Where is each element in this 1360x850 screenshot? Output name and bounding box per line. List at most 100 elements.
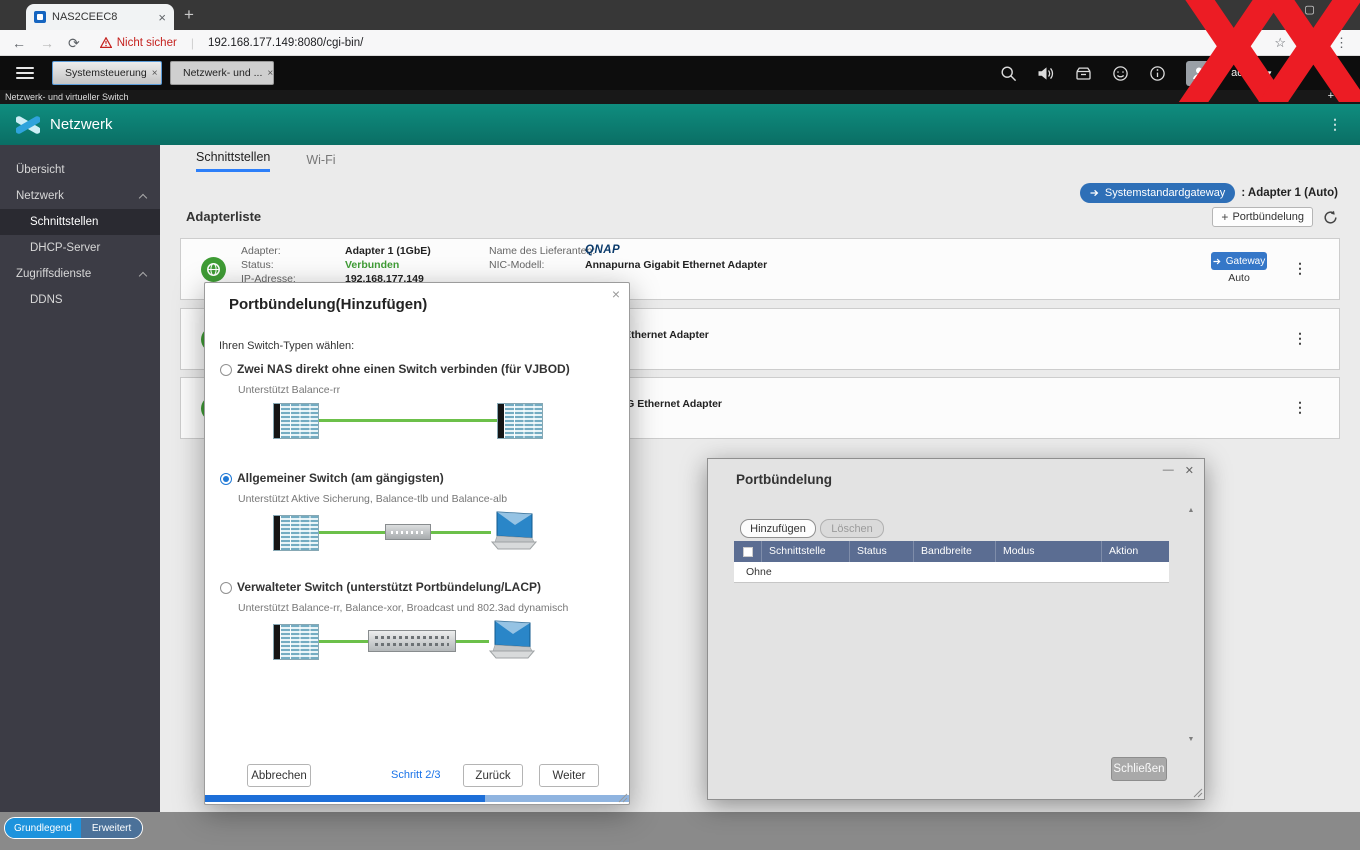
table-row[interactable]: Ohne — [734, 562, 1169, 583]
gateway-pill-label: Systemstandardgateway — [1104, 187, 1226, 199]
adapter-menu-icon[interactable]: ⋮ — [1293, 260, 1307, 277]
switch-type-option-1-label[interactable]: Zwei NAS direkt ohne einen Switch verbin… — [237, 362, 570, 376]
window-maximize-icon[interactable]: ▢ — [1304, 3, 1314, 16]
close-icon[interactable]: × — [267, 68, 273, 79]
column-header[interactable]: Modus — [996, 541, 1102, 562]
switch-type-option-2-label[interactable]: Allgemeiner Switch (am gängigsten) — [237, 471, 444, 485]
info-icon[interactable] — [1149, 65, 1166, 82]
sidebar-item-dhcp-server[interactable]: DHCP-Server — [0, 235, 160, 261]
browser-menu-icon[interactable]: ⋮ — [1335, 35, 1348, 51]
add-trunk-button[interactable]: Hinzufügen — [740, 519, 816, 538]
nic-model-value: Annapurna Gigabit Ethernet Adapter — [585, 259, 768, 271]
resize-handle-icon[interactable] — [1193, 788, 1203, 798]
add-port-trunking-label: Portbündelung — [1232, 211, 1304, 223]
switch-type-radio-3[interactable] — [220, 582, 232, 594]
browser-tab-title: NAS2CEEC8 — [52, 11, 118, 23]
sidebar-section-zugriffsdienste[interactable]: Zugriffsdienste — [0, 261, 160, 287]
switch-type-option-3-sub: Unterstützt Balance-rr, Balance-xor, Bro… — [238, 602, 569, 614]
refresh-icon[interactable] — [1323, 210, 1338, 225]
chevron-up-icon — [138, 193, 148, 203]
sidebar-item-label: DDNS — [30, 294, 63, 306]
window-minimize-icon[interactable]: — — [1269, 3, 1280, 16]
resize-handle-icon[interactable] — [618, 793, 628, 803]
sidebar-item-schnittstellen[interactable]: Schnittstellen — [0, 209, 160, 235]
adapter-menu-icon[interactable]: ⋮ — [1293, 399, 1307, 416]
volume-icon[interactable] — [1037, 65, 1055, 82]
adapter-menu-icon[interactable]: ⋮ — [1293, 330, 1307, 347]
browser-tab[interactable]: NAS2CEEC8 × — [26, 4, 174, 30]
nas-device-icon — [273, 515, 319, 551]
dialog-title: Portbündelung(Hinzufügen) — [229, 296, 428, 313]
basic-mode-button[interactable]: Grundlegend — [5, 818, 81, 838]
not-secure-label: Nicht sicher — [116, 36, 177, 49]
switch-type-option-3-label[interactable]: Verwalteter Switch (unterstützt Portbünd… — [237, 580, 541, 594]
switch-type-radio-2[interactable] — [220, 473, 232, 485]
window-close-red-icon[interactable]: ✕ — [1345, 90, 1353, 103]
browser-forward-button[interactable]: → — [40, 36, 54, 50]
scroll-down-icon[interactable]: ▼ — [1188, 736, 1195, 743]
dialog-close-icon[interactable]: × — [612, 286, 620, 302]
content-tabs: Schnittstellen Wi-Fi — [196, 145, 336, 172]
general-switch-illustration — [273, 509, 563, 557]
column-header[interactable]: Bandbreite — [914, 541, 996, 562]
switch-type-radio-1[interactable] — [220, 364, 232, 376]
tab-wifi[interactable]: Wi-Fi — [306, 153, 335, 172]
scrollbar[interactable]: ▲ ▼ — [1186, 507, 1196, 743]
system-default-gateway-button[interactable]: Systemstandardgateway — [1079, 183, 1236, 203]
network-app-logo-icon — [16, 115, 40, 134]
user-avatar[interactable] — [1186, 60, 1212, 86]
taskbar-tab-systemsteuerung[interactable]: Systemsteuerung × — [52, 61, 162, 85]
wizard-progress-fill — [205, 795, 485, 802]
window-add-icon[interactable]: + — [1328, 90, 1334, 103]
trunking-window-controls: — ✕ — [1163, 464, 1194, 477]
window-close-icon[interactable]: ✕ — [1339, 3, 1348, 16]
site-favicon-icon — [34, 11, 46, 23]
sidebar-section-netzwerk[interactable]: Netzwerk — [0, 183, 160, 209]
gateway-arrow-icon — [1090, 189, 1099, 197]
user-menu[interactable]: admin ▼ — [1231, 67, 1273, 79]
browser-profile-avatar[interactable] — [1302, 34, 1319, 51]
address-bar-url[interactable]: 192.168.177.149:8080/cgi-bin/ — [208, 37, 363, 49]
minimize-icon[interactable]: — — [1163, 464, 1174, 477]
gateway-button[interactable]: Gateway — [1211, 252, 1267, 270]
next-button[interactable]: Weiter — [539, 764, 599, 787]
delete-trunk-button[interactable]: Löschen — [820, 519, 884, 538]
scroll-up-icon[interactable]: ▲ — [1188, 507, 1195, 514]
support-smiley-icon[interactable] — [1112, 65, 1129, 82]
close-icon[interactable]: × — [152, 68, 158, 79]
tab-schnittstellen[interactable]: Schnittstellen — [196, 150, 271, 172]
tab-close-icon[interactable]: × — [158, 10, 166, 25]
main-menu-icon[interactable] — [16, 67, 34, 82]
close-window-button[interactable]: Schließen — [1111, 757, 1167, 781]
trunking-window-title: Portbündelung — [736, 472, 832, 487]
new-tab-button[interactable]: + — [184, 5, 194, 25]
topbar-icon-group: admin ▼ ⋮ — [1000, 56, 1344, 90]
column-header[interactable]: Status — [850, 541, 914, 562]
advanced-mode-button[interactable]: Erweitert — [80, 818, 143, 838]
browser-reload-button[interactable]: ⟳ — [68, 36, 80, 50]
sidebar-item-label: Zugriffsdienste — [16, 268, 92, 280]
browser-back-button[interactable]: ← — [12, 36, 26, 50]
trunk-table: Schnittstelle Status Bandbreite Modus Ak… — [734, 541, 1169, 583]
select-all-checkbox[interactable] — [742, 546, 753, 557]
not-secure-badge[interactable]: Nicht sicher — [99, 36, 177, 49]
background-task-icon[interactable] — [1075, 65, 1092, 82]
sidebar-item-uebersicht[interactable]: Übersicht — [0, 157, 160, 183]
taskbar-tab-netzwerk[interactable]: Netzwerk- und ... × — [170, 61, 274, 85]
header-more-icon[interactable]: ⋮ — [1328, 116, 1342, 133]
cancel-button[interactable]: Abbrechen — [247, 764, 311, 787]
column-header[interactable]: Schnittstelle — [762, 541, 850, 562]
add-port-trunking-button[interactable]: + Portbündelung — [1212, 207, 1313, 227]
close-icon[interactable]: ✕ — [1185, 464, 1194, 477]
sidebar-item-ddns[interactable]: DDNS — [0, 287, 160, 313]
screen: NAS2CEEC8 × + — ▢ ✕ ← → ⟳ Nicht sicher |… — [0, 0, 1360, 850]
dashboard-clock-icon[interactable] — [1327, 65, 1344, 82]
managed-switch-device-icon — [368, 630, 456, 652]
person-icon — [1192, 67, 1205, 79]
search-icon[interactable] — [1000, 65, 1017, 82]
wizard-step-label: Schritt 2/3 — [391, 769, 441, 781]
more-options-icon[interactable]: ⋮ — [1293, 65, 1307, 82]
column-header[interactable]: Aktion — [1102, 541, 1169, 562]
back-button[interactable]: Zurück — [463, 764, 523, 787]
bookmark-star-icon[interactable]: ☆ — [1274, 35, 1286, 51]
